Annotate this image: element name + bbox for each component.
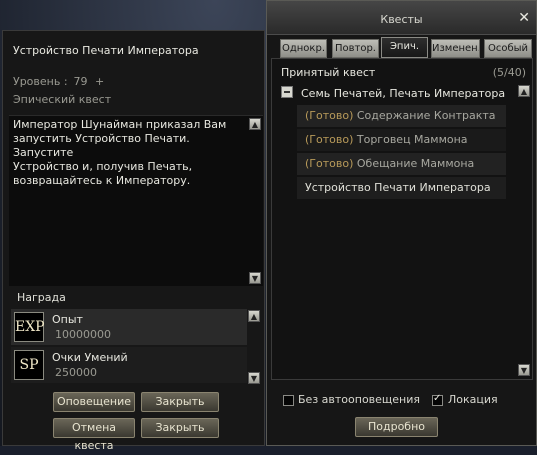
reward-label: Награда (17, 291, 66, 304)
no-autonotify-checkbox[interactable] (283, 395, 294, 406)
notify-button[interactable]: Оповещение (53, 392, 135, 412)
level-plus: + (95, 75, 105, 88)
reward-value: 10000000 (55, 328, 111, 341)
scroll-up-arrow-icon[interactable]: ▲ (249, 118, 261, 130)
quest-list-item[interactable]: (Готово) Содержание Контракта (297, 105, 506, 127)
ready-prefix: (Готово) (305, 133, 354, 146)
quest-description-box: Император Шунайман приказал Вам запустит… (9, 115, 263, 286)
no-autonotify-label: Без автооповещения (298, 393, 421, 406)
tab-one-time[interactable]: Однокр. (280, 39, 327, 58)
collapse-minus-icon[interactable] (281, 86, 293, 98)
reward-name: Опыт (52, 313, 83, 326)
close-button[interactable]: Закрыть (141, 392, 219, 412)
details-button[interactable]: Подробно (355, 417, 438, 437)
location-checkbox[interactable] (432, 393, 443, 406)
quest-description: Император Шунайман приказал Вам запустит… (13, 118, 227, 187)
quest-list: Принятый квест (5/40) Семь Печатей, Печа… (271, 58, 533, 380)
tab-epic[interactable]: Эпич. (381, 37, 428, 58)
reward-value: 250000 (55, 366, 97, 379)
quest-count: (5/40) (492, 66, 526, 79)
level-label: Уровень : (13, 75, 68, 88)
cancel-quest-button[interactable]: Отмена квеста (53, 418, 135, 452)
quest-item-name: Содержание Контракта (356, 109, 496, 122)
quest-detail-panel: Устройство Печати Императора Уровень : 79… (2, 30, 265, 452)
close-icon[interactable]: ✕ (518, 10, 530, 26)
quest-list-item[interactable]: Устройство Печати Императора (297, 177, 506, 199)
quest-item-name: Торговец Маммона (356, 133, 468, 146)
quest-level: Уровень : 79 + (13, 75, 104, 88)
level-value: 79 (73, 75, 88, 88)
quest-item-name: Устройство Печати Императора (305, 181, 491, 194)
quest-detail-title: Устройство Печати Императора (13, 44, 199, 57)
quest-list-item[interactable]: (Готово) Торговец Маммона (297, 129, 506, 151)
reward-name: Очки Умений (52, 351, 128, 364)
scroll-down-arrow-icon[interactable]: ▼ (249, 272, 261, 284)
ready-prefix: (Готово) (305, 157, 354, 170)
quest-group-title[interactable]: Семь Печатей, Печать Императора (301, 87, 505, 100)
sp-icon: SP (14, 350, 44, 380)
exp-icon: EXP (14, 312, 45, 342)
close-button-2[interactable]: Закрыть (141, 418, 219, 438)
reward-row-sp: SP Очки Умений 250000 (11, 347, 247, 383)
reward-scroll-down-icon[interactable]: ▼ (248, 372, 260, 384)
tab-repeatable[interactable]: Повтор. (332, 39, 379, 58)
tab-special[interactable]: Особый (484, 39, 532, 58)
ready-prefix: (Готово) (305, 109, 354, 122)
quest-window-titlebar[interactable]: Квесты ✕ (267, 1, 536, 35)
list-scroll-down-icon[interactable]: ▼ (518, 364, 530, 376)
tab-changed[interactable]: Изменен. (431, 39, 480, 58)
reward-row-exp: EXP Опыт 10000000 (11, 309, 247, 345)
reward-scroll-up-icon[interactable]: ▲ (248, 310, 260, 322)
quest-log-window: Квесты ✕ Однокр. Повтор. Эпич. Изменен. … (266, 0, 537, 446)
quest-list-item[interactable]: (Готово) Обещание Маммона (297, 153, 506, 175)
quest-type: Эпический квест (13, 93, 112, 106)
location-label: Локация (448, 393, 498, 406)
accepted-quests-label: Принятый квест (281, 66, 376, 79)
list-scroll-up-icon[interactable]: ▲ (518, 85, 530, 97)
quest-window-title: Квесты (380, 13, 423, 26)
quest-item-name: Обещание Маммона (356, 157, 475, 170)
